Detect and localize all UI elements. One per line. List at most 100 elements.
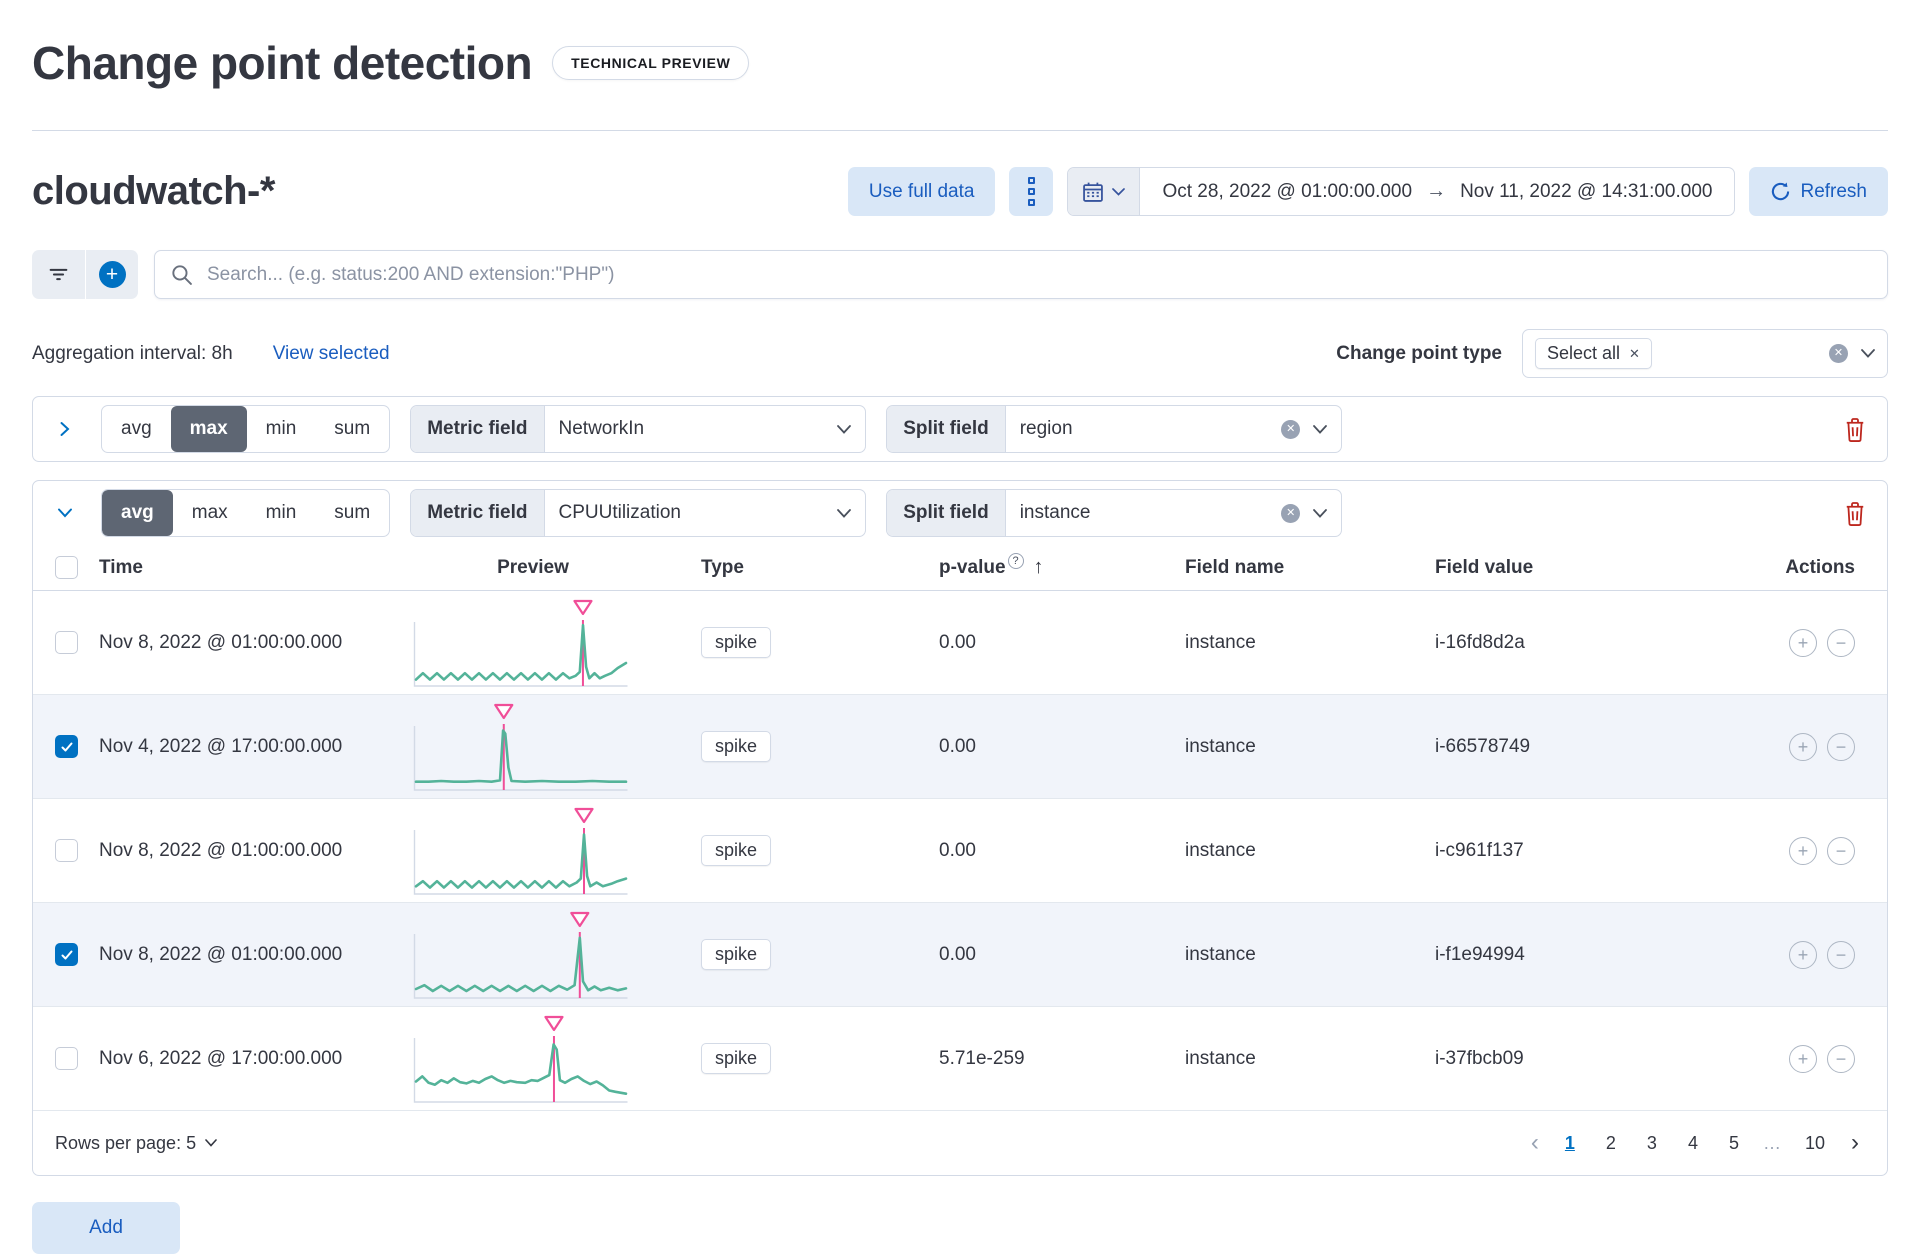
add-config-button[interactable]: Add <box>32 1202 180 1254</box>
pagination-pages: 1 2 3 4 5 … 10 <box>1556 1131 1834 1156</box>
filter-for-value-icon[interactable]: + <box>1789 1044 1817 1073</box>
rows-per-page-control[interactable]: Rows per page: 5 <box>55 1133 217 1154</box>
table-row: Nov 4, 2022 @ 17:00:00.000 spike 0.00 in… <box>33 695 1887 799</box>
row-p-value: 0.00 <box>939 631 976 653</box>
pagination-page-3[interactable]: 3 <box>1638 1131 1666 1156</box>
agg-option-sum[interactable]: sum <box>315 406 389 452</box>
pagination-page-1[interactable]: 1 <box>1556 1131 1584 1156</box>
filter-out-value-icon[interactable]: − <box>1827 1044 1855 1073</box>
clear-selection-icon[interactable]: ✕ <box>1829 344 1848 363</box>
chevron-down-icon <box>837 508 852 518</box>
column-header-p-value[interactable]: p-value ? ↑ <box>899 552 1145 579</box>
preview-sparkline-chart <box>413 1015 628 1103</box>
row-field-name: instance <box>1185 735 1256 757</box>
row-p-value: 0.00 <box>939 943 976 965</box>
pagination-page-5[interactable]: 5 <box>1720 1131 1748 1156</box>
toolbar: Use full data Oct 28, 2022 @ 01:00:00.00… <box>847 167 1888 216</box>
chevron-down-icon <box>1313 424 1328 434</box>
split-field-control[interactable]: Split field region ✕ <box>886 405 1343 453</box>
split-field-control[interactable]: Split field instance ✕ <box>886 489 1343 537</box>
row-field-value: i-16fd8d2a <box>1435 631 1525 653</box>
next-page-button[interactable]: › <box>1847 1131 1863 1155</box>
collapse-panel-button[interactable] <box>49 497 81 529</box>
kebab-menu-button[interactable] <box>1009 167 1054 216</box>
refresh-button[interactable]: Refresh <box>1749 167 1888 216</box>
filter-out-value-icon[interactable]: − <box>1827 732 1855 761</box>
row-checkbox[interactable] <box>55 943 78 966</box>
expand-panel-button[interactable] <box>49 413 81 445</box>
filter-icon <box>49 268 68 281</box>
row-field-value: i-f1e94994 <box>1435 943 1525 965</box>
row-time: Nov 8, 2022 @ 01:00:00.000 <box>99 631 343 653</box>
metric-field-control[interactable]: Metric field NetworkIn <box>410 405 867 453</box>
agg-option-max[interactable]: max <box>170 406 247 452</box>
filter-list-button[interactable] <box>32 250 85 299</box>
row-checkbox[interactable] <box>55 1047 78 1070</box>
remove-pill-icon[interactable]: ✕ <box>1629 346 1640 362</box>
row-field-value: i-c961f137 <box>1435 839 1524 861</box>
pagination-page-4[interactable]: 4 <box>1679 1131 1707 1156</box>
row-checkbox[interactable] <box>55 839 78 862</box>
help-icon[interactable]: ? <box>1007 552 1024 569</box>
column-header-actions: Actions <box>1785 556 1855 578</box>
column-header-time[interactable]: Time <box>93 557 413 579</box>
previous-page-button[interactable]: ‹ <box>1527 1131 1543 1155</box>
column-header-field-name: Field name <box>1185 556 1285 578</box>
calendar-icon <box>1083 182 1104 202</box>
row-checkbox[interactable] <box>55 631 78 654</box>
page-title: Change point detection <box>32 37 533 89</box>
filter-for-value-icon[interactable]: + <box>1789 940 1817 969</box>
row-time: Nov 8, 2022 @ 01:00:00.000 <box>99 943 343 965</box>
filter-for-value-icon[interactable]: + <box>1789 836 1817 865</box>
filter-for-value-icon[interactable]: + <box>1789 732 1817 761</box>
filter-out-value-icon[interactable]: − <box>1827 836 1855 865</box>
pagination-page-10[interactable]: 10 <box>1796 1131 1834 1156</box>
use-full-data-button[interactable]: Use full data <box>847 167 996 216</box>
date-range-start[interactable]: Oct 28, 2022 @ 01:00:00.000 <box>1162 181 1412 203</box>
agg-option-avg[interactable]: avg <box>102 406 171 452</box>
column-header-field-value: Field value <box>1435 556 1534 578</box>
index-pattern-title: cloudwatch-* <box>32 169 275 213</box>
search-icon <box>172 264 192 285</box>
pagination-bar: Rows per page: 5 ‹ 1 2 3 4 5 … 10 › <box>33 1111 1887 1175</box>
chevron-down-icon <box>205 1139 217 1147</box>
change-point-type-select[interactable]: Select all ✕ ✕ <box>1522 329 1888 378</box>
split-field-prepend: Split field <box>887 406 1006 452</box>
agg-option-sum[interactable]: sum <box>315 490 389 536</box>
column-header-type: Type <box>701 556 744 578</box>
filter-out-value-icon[interactable]: − <box>1827 940 1855 969</box>
chevron-down-icon <box>1313 508 1328 518</box>
sort-ascending-icon: ↑ <box>1033 556 1044 578</box>
view-selected-link[interactable]: View selected <box>273 343 390 365</box>
row-time: Nov 6, 2022 @ 17:00:00.000 <box>99 1047 343 1069</box>
agg-option-min[interactable]: min <box>247 406 316 452</box>
chevron-down-icon <box>1861 349 1875 358</box>
type-badge: spike <box>701 627 772 658</box>
aggregation-interval-label: Aggregation interval: 8h <box>32 342 233 364</box>
search-input[interactable] <box>205 262 1871 287</box>
type-badge: spike <box>701 835 772 866</box>
clear-split-field-icon[interactable]: ✕ <box>1281 503 1301 523</box>
selected-type-pill[interactable]: Select all ✕ <box>1535 338 1652 369</box>
metric-field-control[interactable]: Metric field CPUUtilization <box>410 489 867 537</box>
filter-for-value-icon[interactable]: + <box>1789 628 1817 657</box>
pagination-page-2[interactable]: 2 <box>1597 1131 1625 1156</box>
row-checkbox[interactable] <box>55 735 78 758</box>
trash-icon <box>1846 501 1864 526</box>
clear-split-field-icon[interactable]: ✕ <box>1281 419 1301 439</box>
delete-config-button[interactable] <box>1839 412 1871 447</box>
table-row: Nov 8, 2022 @ 01:00:00.000 spike 0.00 in… <box>33 799 1887 903</box>
column-header-preview: Preview <box>497 556 569 578</box>
agg-option-min[interactable]: min <box>247 490 316 536</box>
date-range-end[interactable]: Nov 11, 2022 @ 14:31:00.000 <box>1460 181 1712 203</box>
plus-circle-icon: + <box>98 261 126 288</box>
select-all-checkbox[interactable] <box>55 556 78 579</box>
delete-config-button[interactable] <box>1839 496 1871 531</box>
agg-option-avg[interactable]: avg <box>102 490 173 536</box>
calendar-dropdown-button[interactable] <box>1068 168 1141 215</box>
results-table: Time Preview Type p-value ? ↑ Field name… <box>33 545 1887 1111</box>
filter-out-value-icon[interactable]: − <box>1827 628 1855 657</box>
add-filter-button[interactable]: + <box>85 250 138 299</box>
row-field-name: instance <box>1185 943 1256 965</box>
agg-option-max[interactable]: max <box>173 490 247 536</box>
